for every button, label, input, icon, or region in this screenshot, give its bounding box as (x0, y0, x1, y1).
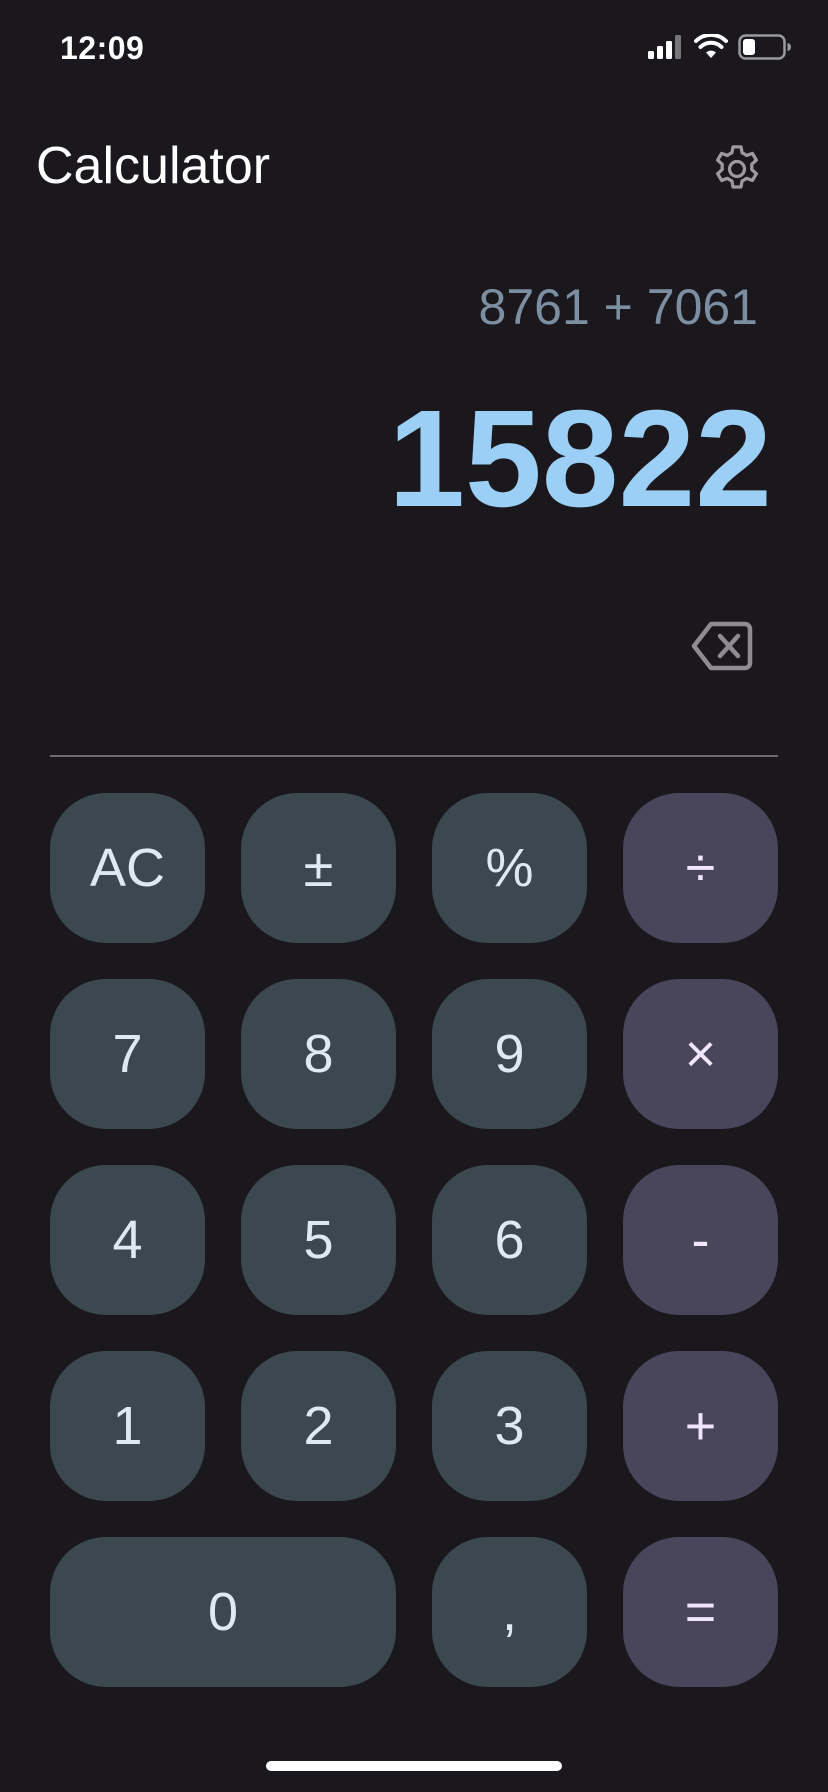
battery-icon (738, 33, 792, 65)
key-multiply[interactable]: × (623, 979, 778, 1129)
result-display: 15822 (388, 382, 772, 536)
keypad: AC ± % ÷ 7 8 9 × 4 5 6 - 1 2 3 + 0 , = (50, 793, 778, 1687)
key-4[interactable]: 4 (50, 1165, 205, 1315)
backspace-icon (691, 620, 753, 677)
key-clear[interactable]: AC (50, 793, 205, 943)
key-7[interactable]: 7 (50, 979, 205, 1129)
key-divide[interactable]: ÷ (623, 793, 778, 943)
key-6[interactable]: 6 (432, 1165, 587, 1315)
expression-display: 8761 + 7061 (478, 279, 758, 335)
key-decimal[interactable]: , (432, 1537, 587, 1687)
settings-button[interactable] (700, 134, 774, 208)
key-1[interactable]: 1 (50, 1351, 205, 1501)
key-2[interactable]: 2 (241, 1351, 396, 1501)
wifi-icon (694, 32, 728, 65)
key-8[interactable]: 8 (241, 979, 396, 1129)
key-5[interactable]: 5 (241, 1165, 396, 1315)
divider (50, 755, 778, 757)
status-time: 12:09 (60, 30, 145, 66)
key-plus-minus[interactable]: ± (241, 793, 396, 943)
status-icons (648, 32, 792, 65)
backspace-button[interactable] (686, 616, 758, 680)
key-9[interactable]: 9 (432, 979, 587, 1129)
key-3[interactable]: 3 (432, 1351, 587, 1501)
cellular-signal-icon (648, 34, 684, 64)
key-subtract[interactable]: - (623, 1165, 778, 1315)
gear-icon (709, 141, 765, 202)
key-0[interactable]: 0 (50, 1537, 396, 1687)
key-equals[interactable]: = (623, 1537, 778, 1687)
key-percent[interactable]: % (432, 793, 587, 943)
app-title: Calculator (36, 137, 271, 195)
app-header: Calculator (0, 120, 828, 210)
key-add[interactable]: + (623, 1351, 778, 1501)
home-indicator (266, 1761, 562, 1771)
status-bar: 12:09 (0, 0, 828, 100)
